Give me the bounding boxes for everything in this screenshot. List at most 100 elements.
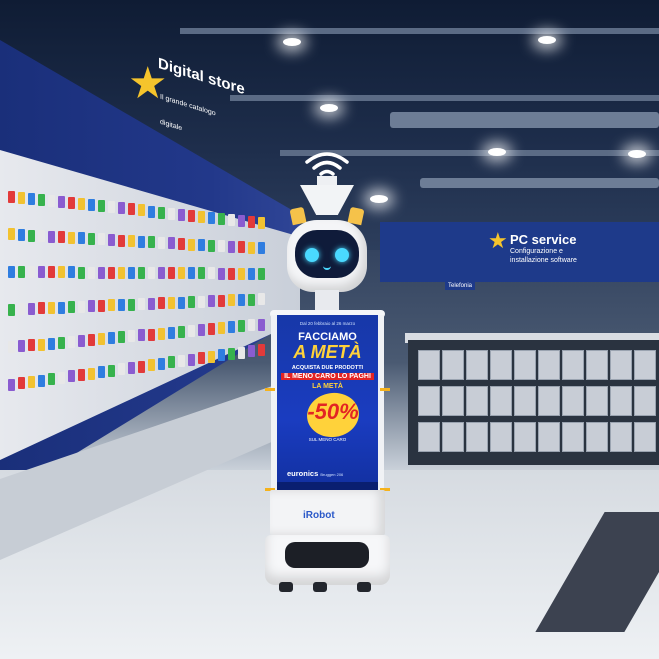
shelf-product [128, 362, 135, 375]
shelf-product [188, 209, 195, 222]
phone-case-display [466, 422, 488, 452]
star-icon: ★ [488, 228, 508, 253]
phone-case-display [490, 350, 512, 380]
phone-case-display [418, 350, 440, 380]
shelf-product [88, 333, 95, 346]
shelf-product [8, 266, 15, 279]
shelf-product [198, 267, 205, 280]
shelf-product [228, 294, 235, 307]
phone-case-display [514, 350, 536, 380]
shelf-product [148, 205, 155, 218]
shelf-product [238, 241, 245, 254]
robot-brand-logo: iRobot [303, 510, 335, 521]
shelf-product [158, 327, 165, 340]
phone-case-display [634, 386, 656, 416]
shelf-product [258, 343, 265, 356]
shelf-product [98, 299, 105, 312]
shelf-product [8, 228, 15, 241]
phone-case-display [610, 386, 632, 416]
shelf-product [8, 190, 15, 203]
shelf-product [208, 211, 215, 224]
phone-case-display [490, 422, 512, 452]
shelf-product [178, 325, 185, 338]
shelf-product [218, 212, 225, 225]
shelf-product [68, 231, 75, 244]
shelf-product [28, 266, 35, 279]
ceiling-beam [230, 95, 659, 101]
shelf-product [148, 359, 155, 372]
shelf-product [38, 374, 45, 387]
shelf-product [178, 355, 185, 368]
shelf-product [158, 236, 165, 249]
shelf-product [218, 267, 225, 280]
poster-offer-3: LA METÀ [312, 383, 343, 390]
shelf-product [18, 266, 25, 279]
shelf-product [128, 266, 135, 279]
shelf-product [98, 333, 105, 346]
shelf-product [208, 295, 215, 308]
shelf-product [98, 233, 105, 246]
phone-case-display [466, 350, 488, 380]
shelf-product [48, 373, 55, 386]
shelf-product [128, 330, 135, 343]
shelf-product [68, 266, 75, 279]
shelf-product [18, 229, 25, 241]
discount-note: SUL MENO CARO [308, 437, 347, 442]
pc-service-line3: installazione software [510, 257, 577, 264]
shelf-product [98, 266, 105, 279]
ceiling-beam [180, 28, 659, 34]
shelf-product [238, 214, 245, 227]
shelf-product [78, 334, 85, 347]
phone-case-display [442, 350, 464, 380]
shelf-product [138, 329, 145, 342]
shelf-product [258, 267, 265, 280]
phone-case-display [418, 422, 440, 452]
shelf-product [118, 266, 125, 279]
robot-wheel [357, 582, 371, 592]
shelf-product [88, 300, 95, 313]
shelf-product [218, 349, 225, 362]
promo-poster: Dal 20 febbraio al 26 marzo FACCIAMO A M… [277, 315, 378, 490]
shelf-product [8, 341, 15, 354]
shelf-product [228, 267, 235, 280]
shelf-product [208, 323, 215, 336]
retailer-logo: euronics Bruggen 206 [287, 469, 343, 478]
shelf-product [158, 297, 165, 310]
shelf-product [78, 300, 85, 313]
ceiling-light [628, 150, 646, 158]
shelf-product [78, 266, 85, 279]
phone-case-display [514, 422, 536, 452]
shelf-product [18, 191, 25, 204]
phone-case-display [586, 386, 608, 416]
shelf-product [38, 266, 45, 279]
shelf-product [18, 377, 25, 390]
robot-neck [315, 290, 339, 312]
shelf-product [168, 296, 175, 309]
robot-eye-right [335, 248, 349, 262]
shelf-product [168, 207, 175, 220]
shelf-product [168, 326, 175, 339]
shelf-product [208, 267, 215, 280]
shelf-product [58, 196, 65, 209]
shelf-product [148, 267, 155, 280]
phone-case-display [418, 386, 440, 416]
shelf-product [188, 353, 195, 366]
phone-case-display [562, 422, 584, 452]
ceiling-duct [420, 178, 659, 188]
shelf-product [18, 303, 25, 316]
shelf-product [108, 332, 115, 345]
shelf-product [68, 335, 75, 348]
shelf-product [68, 370, 75, 383]
shelf-product [108, 234, 115, 247]
shelf-product [58, 231, 65, 244]
poster-headline-2: A METÀ [293, 342, 362, 362]
poster-frame [378, 315, 384, 490]
retailer-suffix: Bruggen 206 [320, 472, 344, 477]
phone-case-display [562, 350, 584, 380]
shelf-product [158, 267, 165, 280]
robot-wheel [313, 582, 327, 592]
shelf-product [38, 338, 45, 351]
shelf-product [18, 340, 25, 353]
retailer-name: euronics [287, 469, 319, 478]
shelf-product [258, 318, 265, 331]
